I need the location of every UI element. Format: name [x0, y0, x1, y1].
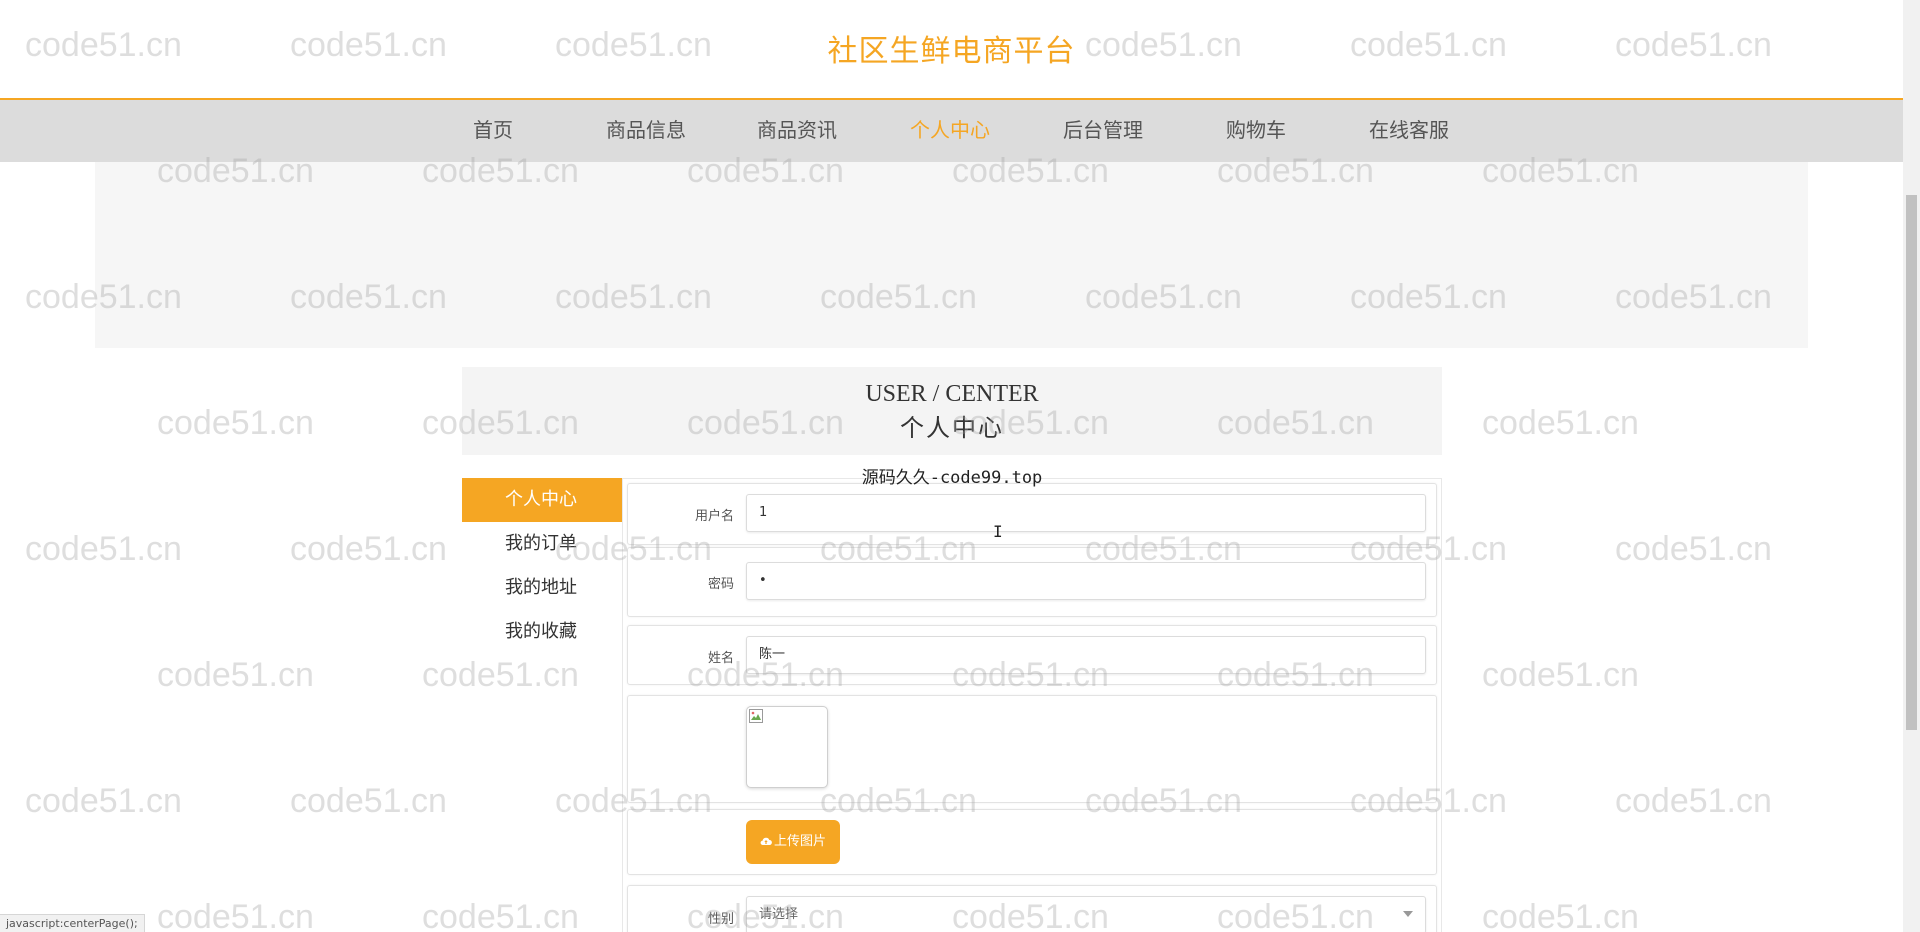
watermark-text: code51.cn [1482, 404, 1639, 442]
form-row-upload: 上传图片 [627, 809, 1437, 875]
watermark-text: code51.cn [1482, 656, 1639, 694]
cloud-upload-icon [760, 837, 772, 846]
form-row-password: 密码 • [627, 547, 1437, 617]
name-input[interactable]: 陈一 [746, 636, 1426, 674]
password-input[interactable]: • [746, 562, 1426, 600]
side-item-favorites[interactable]: 我的收藏 [462, 610, 622, 654]
page: 社区生鲜电商平台 首页 商品信息 商品资讯 个人中心 后台管理 购物车 在线客服… [0, 0, 1920, 932]
watermark-text: code51.cn [157, 404, 314, 442]
profile-form: 用户名 1 密码 • 姓名 陈一 上传图片 性别 请选择 [622, 478, 1442, 932]
broken-image-icon [749, 709, 763, 723]
scrollbar-thumb[interactable] [1906, 195, 1917, 730]
site-header: 社区生鲜电商平台 [0, 0, 1903, 100]
form-row-name: 姓名 陈一 [627, 625, 1437, 685]
avatar-preview [746, 706, 828, 788]
main-nav: 首页 商品信息 商品资讯 个人中心 后台管理 购物车 在线客服 [0, 100, 1903, 162]
form-row-username: 用户名 1 [627, 483, 1437, 545]
browser-status-bar: javascript:centerPage(); [0, 914, 145, 932]
source-note: 源码久久-code99.top [861, 468, 1043, 488]
nav-item-customer-service[interactable]: 在线客服 [1369, 100, 1449, 162]
text-cursor-icon: I [993, 522, 1003, 541]
nav-item-admin[interactable]: 后台管理 [1063, 100, 1143, 162]
nav-item-user-center[interactable]: 个人中心 [910, 100, 990, 162]
watermark-text: code51.cn [290, 782, 447, 820]
username-label: 用户名 [694, 509, 734, 524]
watermark-text: code51.cn [25, 782, 182, 820]
gender-select-value: 请选择 [759, 907, 799, 922]
side-item-orders[interactable]: 我的订单 [462, 522, 622, 566]
watermark-text: code51.cn [1615, 782, 1772, 820]
watermark-text: code51.cn [422, 898, 579, 932]
side-menu: 个人中心 我的订单 我的地址 我的收藏 [462, 478, 622, 654]
gender-label: 性别 [707, 912, 734, 927]
password-label: 密码 [707, 577, 734, 592]
watermark-text: code51.cn [25, 530, 182, 568]
gender-select[interactable]: 请选择 [746, 896, 1426, 932]
watermark-text: code51.cn [422, 656, 579, 694]
name-label: 姓名 [707, 651, 734, 666]
form-row-avatar [627, 695, 1437, 803]
nav-item-news[interactable]: 商品资讯 [757, 100, 837, 162]
nav-item-products[interactable]: 商品信息 [606, 100, 686, 162]
watermark-text: code51.cn [1615, 530, 1772, 568]
site-title: 社区生鲜电商平台 [827, 34, 1076, 69]
chevron-down-icon [1403, 911, 1413, 917]
side-item-address[interactable]: 我的地址 [462, 566, 622, 610]
user-center-title-cn: 个人中心 [900, 416, 1004, 442]
watermark-text: code51.cn [1482, 898, 1639, 932]
form-row-gender: 性别 请选择 [627, 885, 1437, 932]
nav-item-home[interactable]: 首页 [473, 100, 513, 162]
watermark-text: code51.cn [157, 656, 314, 694]
watermark-text: code51.cn [290, 530, 447, 568]
watermark-text: code51.cn [157, 898, 314, 932]
username-input[interactable]: 1 [746, 494, 1426, 532]
user-center-header: USER / CENTER 个人中心 [462, 367, 1442, 455]
user-center-title-en: USER / CENTER [865, 381, 1039, 407]
banner [95, 162, 1808, 348]
upload-image-button[interactable]: 上传图片 [746, 820, 840, 864]
upload-button-label: 上传图片 [773, 834, 826, 849]
nav-item-cart[interactable]: 购物车 [1226, 100, 1286, 162]
